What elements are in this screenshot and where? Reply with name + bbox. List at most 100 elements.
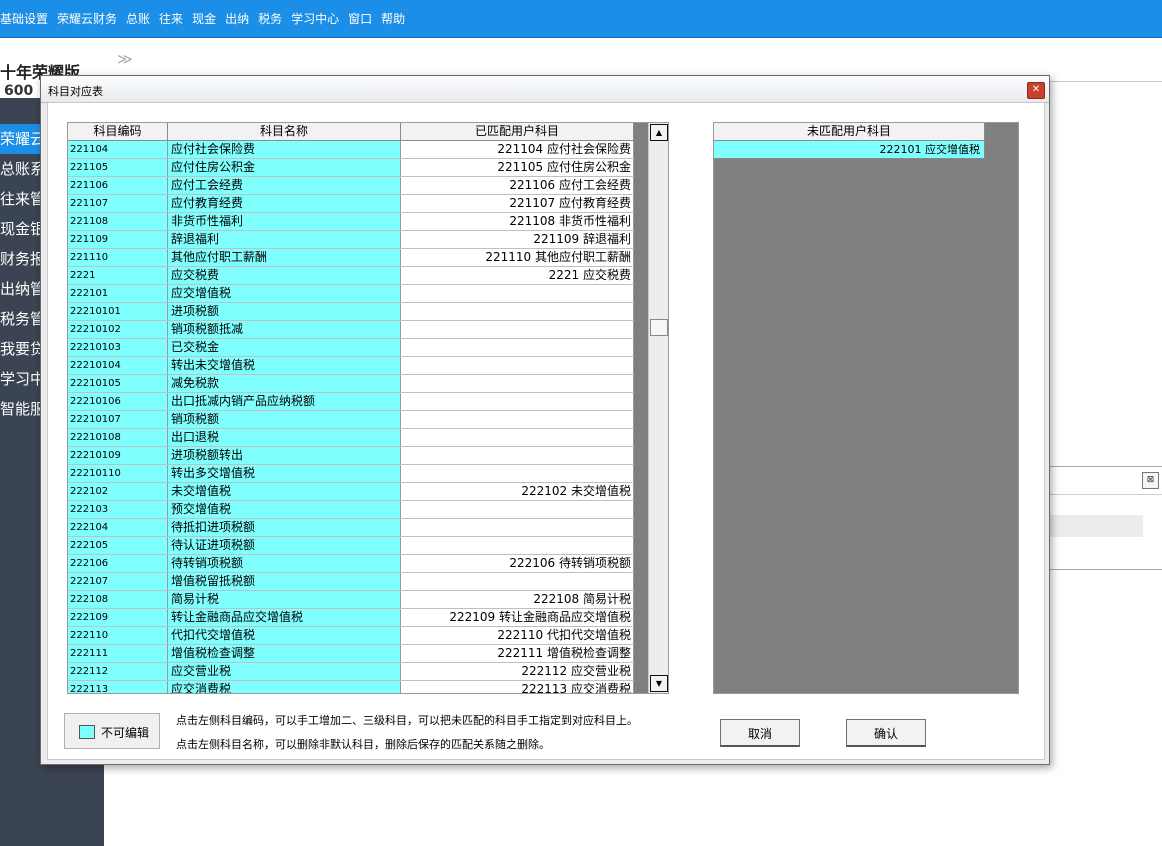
matched-account-cell[interactable]: 222108 简易计税 <box>401 591 634 608</box>
matched-account-cell[interactable] <box>401 321 634 338</box>
account-code-cell[interactable]: 22210103 <box>68 339 168 356</box>
account-code-cell[interactable]: 22210102 <box>68 321 168 338</box>
account-name-cell[interactable]: 出口抵减内销产品应纳税额 <box>168 393 401 410</box>
table-row[interactable]: 222103 预交增值税 <box>68 501 634 519</box>
matched-account-cell[interactable] <box>401 393 634 410</box>
account-name-cell[interactable]: 销项税额 <box>168 411 401 428</box>
confirm-button[interactable]: 确认 <box>846 719 926 747</box>
matched-account-cell[interactable]: 221110 其他应付职工薪酬 <box>401 249 634 266</box>
matched-account-cell[interactable]: 221105 应付住房公积金 <box>401 159 634 176</box>
account-code-cell[interactable]: 22210101 <box>68 303 168 320</box>
table-row[interactable]: 221109 辞退福利 221109 辞退福利 <box>68 231 634 249</box>
account-code-cell[interactable]: 222110 <box>68 627 168 644</box>
table-row[interactable]: 22210102 销项税额抵减 <box>68 321 634 339</box>
account-name-cell[interactable]: 进项税额 <box>168 303 401 320</box>
table-row[interactable]: 222112 应交营业税 222112 应交营业税 <box>68 663 634 681</box>
matched-account-cell[interactable] <box>401 303 634 320</box>
account-name-cell[interactable]: 减免税款 <box>168 375 401 392</box>
table-row[interactable]: 222108 简易计税 222108 简易计税 <box>68 591 634 609</box>
account-code-cell[interactable]: 222103 <box>68 501 168 518</box>
matched-account-cell[interactable]: 222102 未交增值税 <box>401 483 634 500</box>
table-row[interactable]: 22210110 转出多交增值税 <box>68 465 634 483</box>
menu-window[interactable]: 窗口 <box>348 11 372 27</box>
vertical-scrollbar[interactable]: ▲ ▼ <box>648 123 668 693</box>
table-row[interactable]: 22210107 销项税额 <box>68 411 634 429</box>
account-code-cell[interactable]: 221107 <box>68 195 168 212</box>
matched-account-cell[interactable]: 222113 应交消费税 <box>401 681 634 693</box>
account-name-cell[interactable]: 辞退福利 <box>168 231 401 248</box>
table-row[interactable]: 22210103 已交税金 <box>68 339 634 357</box>
account-code-cell[interactable]: 222105 <box>68 537 168 554</box>
cancel-button[interactable]: 取消 <box>720 719 800 747</box>
menu-cloud-finance[interactable]: 荣耀云财务 <box>57 11 117 27</box>
dialog-titlebar[interactable]: 科目对应表 ✕ <box>41 76 1049 103</box>
scroll-down-icon[interactable]: ▼ <box>650 675 668 692</box>
account-code-cell[interactable]: 222111 <box>68 645 168 662</box>
table-row[interactable]: 22210109 进项税额转出 <box>68 447 634 465</box>
matched-account-cell[interactable] <box>401 537 634 554</box>
account-name-cell[interactable]: 转出多交增值税 <box>168 465 401 482</box>
account-name-cell[interactable]: 预交增值税 <box>168 501 401 518</box>
table-row[interactable]: 22210104 转出未交增值税 <box>68 357 634 375</box>
account-code-cell[interactable]: 222101 <box>68 285 168 302</box>
matched-account-cell[interactable] <box>401 465 634 482</box>
account-name-cell[interactable]: 进项税额转出 <box>168 447 401 464</box>
account-name-cell[interactable]: 应付社会保险费 <box>168 141 401 158</box>
account-name-cell[interactable]: 其他应付职工薪酬 <box>168 249 401 266</box>
matched-account-cell[interactable]: 222109 转让金融商品应交增值税 <box>401 609 634 626</box>
account-name-cell[interactable]: 增值税检查调整 <box>168 645 401 662</box>
account-name-cell[interactable]: 应交税费 <box>168 267 401 284</box>
matched-account-cell[interactable] <box>401 501 634 518</box>
matched-account-cell[interactable]: 221107 应付教育经费 <box>401 195 634 212</box>
account-code-cell[interactable]: 222106 <box>68 555 168 572</box>
menu-tax[interactable]: 税务 <box>258 11 282 27</box>
menu-learning[interactable]: 学习中心 <box>291 11 339 27</box>
matched-account-cell[interactable]: 221104 应付社会保险费 <box>401 141 634 158</box>
matched-account-cell[interactable] <box>401 411 634 428</box>
menu-general-ledger[interactable]: 总账 <box>126 11 150 27</box>
account-name-cell[interactable]: 出口退税 <box>168 429 401 446</box>
table-row[interactable]: 221110 其他应付职工薪酬 221110 其他应付职工薪酬 <box>68 249 634 267</box>
table-row[interactable]: 222106 待转销项税额 222106 待转销项税额 <box>68 555 634 573</box>
account-code-cell[interactable]: 222109 <box>68 609 168 626</box>
account-code-cell[interactable]: 22210110 <box>68 465 168 482</box>
table-row[interactable]: 2221 应交税费 2221 应交税费 <box>68 267 634 285</box>
matched-account-cell[interactable] <box>401 285 634 302</box>
account-name-cell[interactable]: 应付住房公积金 <box>168 159 401 176</box>
account-code-cell[interactable]: 221105 <box>68 159 168 176</box>
account-code-cell[interactable]: 222107 <box>68 573 168 590</box>
table-row[interactable]: 221108 非货币性福利 221108 非货币性福利 <box>68 213 634 231</box>
account-name-cell[interactable]: 应付工会经费 <box>168 177 401 194</box>
account-code-cell[interactable]: 22210106 <box>68 393 168 410</box>
account-code-cell[interactable]: 22210107 <box>68 411 168 428</box>
account-code-cell[interactable]: 22210104 <box>68 357 168 374</box>
table-row[interactable]: 222102 未交增值税 222102 未交增值税 <box>68 483 634 501</box>
account-name-cell[interactable]: 待转销项税额 <box>168 555 401 572</box>
table-row[interactable]: 221104 应付社会保险费 221104 应付社会保险费 <box>68 141 634 159</box>
matched-account-cell[interactable]: 222112 应交营业税 <box>401 663 634 680</box>
account-name-cell[interactable]: 已交税金 <box>168 339 401 356</box>
matched-account-cell[interactable] <box>401 357 634 374</box>
scroll-thumb[interactable] <box>650 319 668 336</box>
matched-account-cell[interactable]: 221106 应付工会经费 <box>401 177 634 194</box>
account-code-cell[interactable]: 221108 <box>68 213 168 230</box>
account-code-cell[interactable]: 221106 <box>68 177 168 194</box>
account-name-cell[interactable]: 非货币性福利 <box>168 213 401 230</box>
table-row[interactable]: 222109 转让金融商品应交增值税 222109 转让金融商品应交增值税 <box>68 609 634 627</box>
account-name-cell[interactable]: 转让金融商品应交增值税 <box>168 609 401 626</box>
matched-account-cell[interactable] <box>401 447 634 464</box>
account-name-cell[interactable]: 增值税留抵税额 <box>168 573 401 590</box>
double-chevron-right-icon[interactable]: ≫ <box>117 50 133 68</box>
account-name-cell[interactable]: 简易计税 <box>168 591 401 608</box>
account-name-cell[interactable]: 销项税额抵减 <box>168 321 401 338</box>
table-row[interactable]: 221107 应付教育经费 221107 应付教育经费 <box>68 195 634 213</box>
table-row[interactable]: 222113 应交消费税 222113 应交消费税 <box>68 681 634 693</box>
table-row[interactable]: 222101 应交增值税 <box>68 285 634 303</box>
table-row[interactable]: 221105 应付住房公积金 221105 应付住房公积金 <box>68 159 634 177</box>
account-name-cell[interactable]: 应交增值税 <box>168 285 401 302</box>
table-row[interactable]: 22210101 进项税额 <box>68 303 634 321</box>
table-row[interactable]: 222104 待抵扣进项税额 <box>68 519 634 537</box>
close-icon[interactable]: ⊠ <box>1142 472 1159 489</box>
account-name-cell[interactable]: 待抵扣进项税额 <box>168 519 401 536</box>
account-name-cell[interactable]: 代扣代交增值税 <box>168 627 401 644</box>
